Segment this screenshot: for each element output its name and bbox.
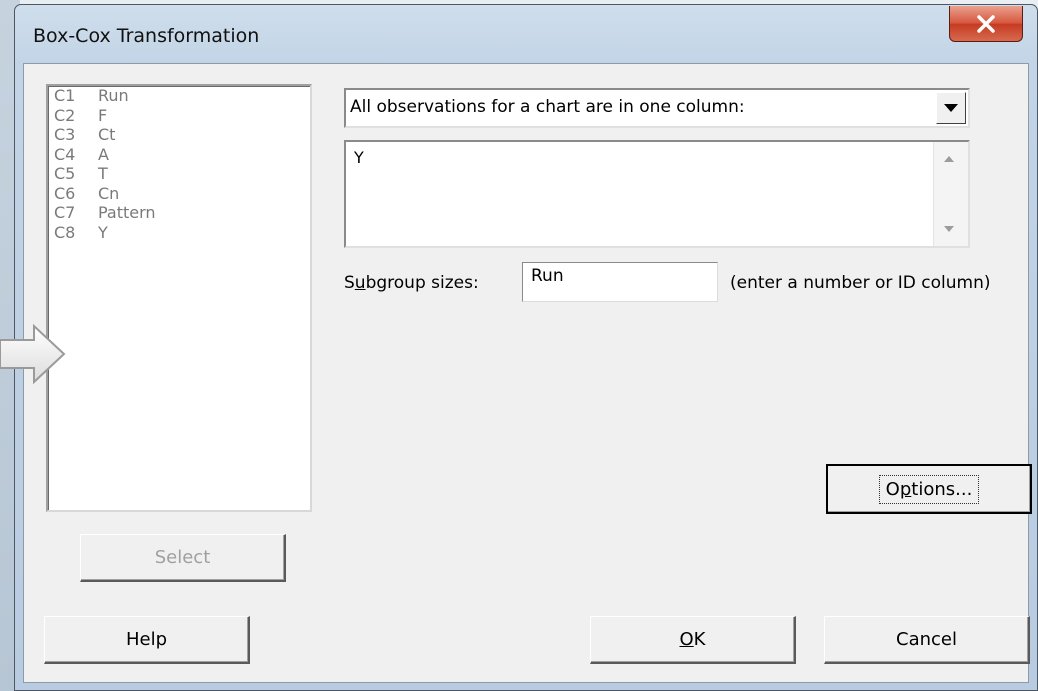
dialog-client-area: C1 Run C2 F C3 Ct C4 A C5 T C6 Cn C7 Pattern C8…: [23, 63, 1032, 683]
close-icon: [977, 14, 995, 33]
column-id: C7: [54, 203, 76, 222]
list-item[interactable]: C3 Ct: [48, 125, 310, 145]
column-id: C8: [54, 222, 76, 242]
column-name: Y: [98, 222, 108, 242]
column-name: F: [98, 105, 108, 125]
list-item[interactable]: C4 A: [48, 145, 310, 165]
dialog-title: Box-Cox Transformation: [33, 25, 260, 47]
subgroup-sizes-value: Run: [531, 266, 564, 286]
scroll-down-icon[interactable]: [944, 226, 954, 232]
columns-scrollbar[interactable]: [933, 142, 968, 246]
close-button[interactable]: [949, 6, 1023, 42]
list-item[interactable]: C6 Cn: [48, 184, 310, 204]
select-button-label: Select: [154, 547, 211, 568]
variable-list[interactable]: C1 Run C2 F C3 Ct C4 A C5 T C6 Cn C7 Pattern C8…: [46, 84, 312, 512]
column-id: C6: [54, 183, 76, 203]
arrow-right-icon: [0, 323, 66, 385]
subgroup-sizes-hint: (enter a number or ID column): [730, 273, 991, 293]
column-id: C5: [54, 164, 76, 183]
column-id: C3: [54, 125, 76, 144]
list-item[interactable]: C2 F: [48, 106, 310, 126]
ok-button[interactable]: OK: [590, 616, 796, 664]
column-name: Run: [98, 86, 129, 105]
ok-button-label: OK: [679, 629, 706, 650]
list-item[interactable]: C1 Run: [48, 86, 310, 106]
help-button-label: Help: [125, 629, 168, 650]
data-layout-value: All observations for a chart are in one …: [350, 97, 745, 117]
subgroup-sizes-label: Subgroup sizes:: [344, 273, 479, 293]
options-button[interactable]: Options...: [826, 464, 1032, 514]
column-id: C4: [54, 144, 76, 164]
select-button[interactable]: Select: [80, 534, 286, 582]
column-id: C2: [54, 105, 76, 125]
column-name: A: [98, 144, 109, 164]
dropdown-arrow-button[interactable]: [936, 92, 966, 124]
data-layout-dropdown[interactable]: All observations for a chart are in one …: [344, 88, 970, 128]
column-name: Cn: [98, 183, 120, 203]
subgroup-sizes-input[interactable]: Run: [522, 262, 718, 302]
column-id: C1: [54, 86, 76, 105]
scroll-up-icon[interactable]: [944, 156, 954, 162]
column-name: T: [98, 164, 108, 183]
columns-input[interactable]: Y: [344, 140, 970, 248]
list-item[interactable]: C7 Pattern: [48, 203, 310, 223]
chevron-down-icon: [944, 104, 958, 112]
columns-value: Y: [354, 148, 364, 167]
cancel-button-label: Cancel: [896, 629, 957, 650]
column-name: Pattern: [98, 203, 156, 222]
cancel-button[interactable]: Cancel: [824, 616, 1030, 664]
list-item[interactable]: C5 T: [48, 164, 310, 184]
column-name: Ct: [98, 125, 116, 144]
help-button[interactable]: Help: [44, 616, 250, 664]
list-item[interactable]: C8 Y: [48, 223, 310, 243]
options-button-label: Options...: [878, 474, 980, 504]
box-cox-dialog: Box-Cox Transformation C1 Run C2 F C3 Ct C4…: [14, 4, 1038, 691]
